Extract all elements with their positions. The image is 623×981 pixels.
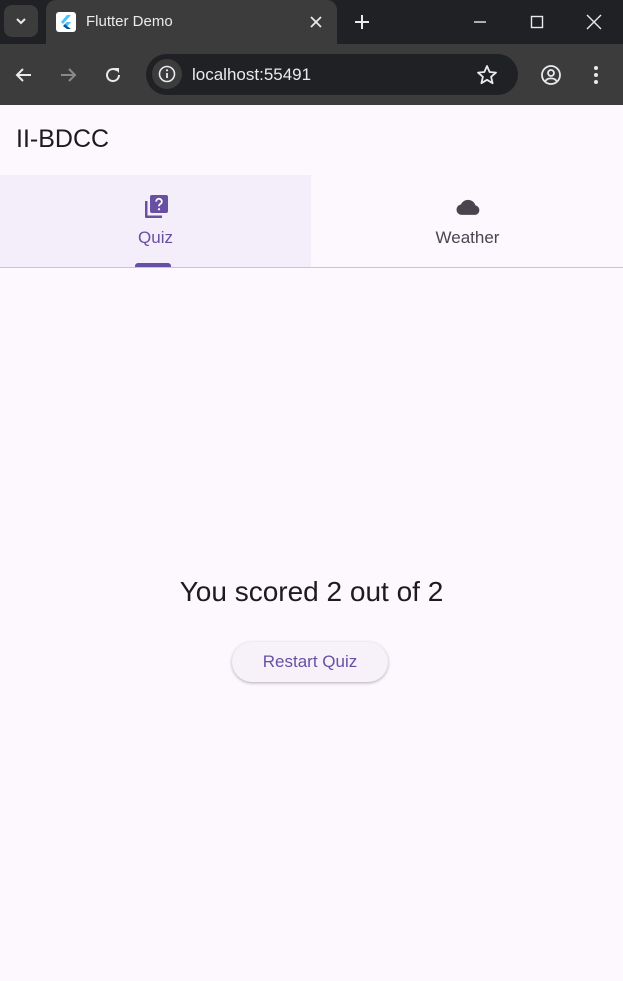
kebab-menu-icon	[594, 66, 598, 84]
close-window-button[interactable]	[580, 8, 608, 36]
tab-quiz[interactable]: Quiz	[0, 175, 311, 267]
app-title: II-BDCC	[16, 125, 110, 153]
maximize-icon	[530, 15, 544, 29]
reload-button[interactable]	[98, 60, 128, 90]
minimize-button[interactable]	[466, 8, 494, 36]
chevron-down-icon	[16, 18, 26, 25]
flutter-logo-icon	[56, 12, 76, 32]
app-bar: II-BDCC	[0, 105, 623, 175]
browser-titlebar: Flutter Demo	[0, 0, 623, 44]
star-icon	[477, 65, 497, 85]
minimize-icon	[474, 21, 486, 23]
restart-quiz-button[interactable]: Restart Quiz	[232, 642, 388, 682]
tab-indicator	[135, 263, 171, 267]
tab-search-button[interactable]	[4, 5, 38, 37]
tab-label: Weather	[435, 228, 500, 247]
site-info-button[interactable]	[152, 59, 182, 89]
cloud-icon	[454, 193, 482, 221]
arrow-right-icon	[61, 68, 77, 82]
browser-toolbar: localhost:55491	[0, 44, 623, 105]
quiz-icon	[142, 193, 170, 221]
new-tab-button[interactable]	[349, 9, 375, 35]
tab-label: Quiz	[138, 228, 173, 247]
tab-weather[interactable]: Weather	[312, 175, 623, 267]
tab-close-button[interactable]	[304, 10, 328, 34]
url-text[interactable]: localhost:55491	[192, 65, 311, 85]
plus-icon	[355, 15, 369, 29]
browser-tab[interactable]: Flutter Demo	[46, 0, 337, 44]
maximize-button[interactable]	[523, 8, 551, 36]
quiz-result-view: You scored 2 out of 2 Restart Quiz	[0, 268, 623, 981]
forward-button[interactable]	[53, 60, 83, 90]
info-icon	[158, 65, 176, 83]
close-icon	[586, 14, 602, 30]
tab-title: Flutter Demo	[86, 13, 173, 30]
arrow-left-icon	[15, 68, 31, 82]
reload-icon	[106, 68, 121, 83]
back-button[interactable]	[9, 60, 39, 90]
profile-icon	[541, 65, 561, 85]
browser-menu-button[interactable]	[581, 60, 611, 90]
profile-button[interactable]	[536, 60, 566, 90]
close-icon	[310, 16, 322, 28]
tab-bar: Quiz Weather	[0, 175, 623, 268]
score-text: You scored 2 out of 2	[179, 576, 444, 607]
address-bar[interactable]: localhost:55491	[146, 54, 518, 95]
bookmark-button[interactable]	[474, 62, 500, 88]
